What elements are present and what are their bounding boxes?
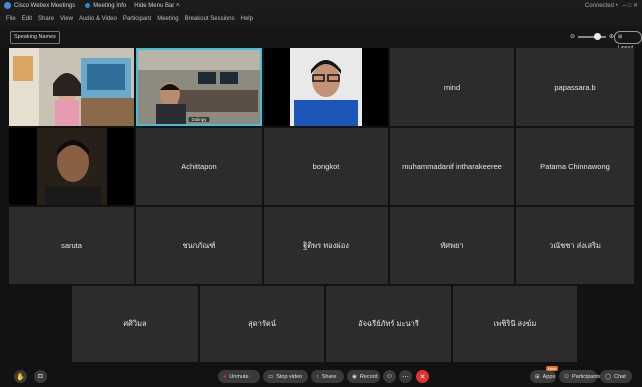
app-title: Cisco Webex Meetings — [14, 2, 76, 9]
participant-tile-active-speaker[interactable]: Dolinpy — [136, 48, 262, 126]
participant-name: Patama Chinnawong — [540, 162, 610, 171]
apps-button[interactable]: ⊞ Apps New — [530, 366, 558, 383]
participant-name: อัจฉรีย์ภัทร์ มะนารี — [358, 319, 419, 328]
participant-tile-mind[interactable]: mind — [390, 48, 514, 126]
camera-icon: ▭ — [268, 373, 274, 380]
more-options-icon[interactable]: ⋯ — [399, 370, 412, 383]
participant-video — [9, 128, 134, 205]
share-icon: ↑ — [316, 373, 319, 380]
participant-name: saruta — [61, 241, 82, 250]
participant-tile-patama[interactable]: Patama Chinnawong — [516, 128, 634, 205]
zoom-control: ⊖ ⊕ — [570, 32, 614, 40]
participant-video — [9, 48, 134, 126]
microphone-muted-icon: ● — [223, 373, 227, 380]
connection-status: Connected • — [584, 2, 618, 9]
participant-tile-video-2[interactable] — [264, 48, 388, 126]
view-toolbar: Speaking Names ⊖ ⊕ ⊞ Layout — [0, 26, 642, 51]
participant-tile-achittapon[interactable]: Achittapon — [136, 128, 262, 205]
participant-tile-11[interactable]: เพชิรินี สงฆ์ม — [453, 286, 577, 362]
participant-tile-video-1[interactable] — [9, 48, 134, 126]
participant-tile-6[interactable]: ทัศพยา — [390, 207, 514, 284]
hide-menu-bar-button[interactable]: Hide Menu Bar ˄ — [134, 3, 179, 9]
layout-button[interactable]: ⊞ Layout — [614, 31, 642, 51]
menu-edit[interactable]: Edit — [22, 16, 32, 22]
participant-name-tag: Dolinpy — [188, 117, 210, 122]
speaking-names-button[interactable]: Speaking Names — [10, 31, 60, 44]
unmute-button[interactable]: ● Unmute — [218, 370, 260, 383]
participant-name: muhammadanif intharakeeree — [402, 162, 502, 171]
participant-tile-7[interactable]: วณัชชา ส่งเสริม — [516, 207, 634, 284]
meeting-info-button[interactable]: Meeting Info — [85, 3, 126, 9]
share-button[interactable]: ↑ Share — [311, 370, 344, 383]
raise-hand-icon[interactable]: ✋ — [14, 370, 27, 383]
participants-button[interactable]: ⚇ Participants — [559, 370, 601, 383]
menu-breakout-sessions[interactable]: Breakout Sessions — [185, 16, 235, 22]
participant-name: ชนกภัณฑ์ — [182, 240, 216, 250]
zoom-slider[interactable] — [578, 32, 607, 40]
apps-icon: ⊞ — [535, 373, 540, 380]
closed-captions-icon[interactable]: ◘ — [34, 370, 47, 383]
menu-bar: File Edit Share View Audio & Video Parti… — [0, 11, 642, 26]
participant-tile-papassara[interactable]: papassara.b — [516, 48, 634, 126]
participant-name: papassara.b — [554, 82, 596, 92]
menu-meeting[interactable]: Meeting — [157, 16, 178, 22]
record-button[interactable]: ◉ Record — [347, 370, 380, 383]
participant-tile-5[interactable]: ฐิติพร ทองผ่อง — [264, 207, 388, 284]
menu-audio-video[interactable]: Audio & Video — [79, 16, 117, 22]
info-icon — [85, 3, 91, 8]
zoom-slider-knob[interactable] — [594, 32, 602, 40]
menu-file[interactable]: File — [6, 16, 16, 22]
participant-name: Achittapon — [181, 162, 217, 171]
participant-tile-9[interactable]: สุดารัตน์ — [200, 286, 324, 362]
participant-tile-4[interactable]: ชนกภัณฑ์ — [136, 207, 262, 284]
participant-name: ทัศพยา — [440, 240, 464, 250]
participant-name: เพชิรินี สงฆ์ม — [493, 319, 537, 328]
participant-name: bongkot — [312, 162, 340, 171]
menu-participant[interactable]: Participant — [123, 16, 151, 22]
participant-tile-saruta[interactable]: saruta — [9, 207, 134, 284]
new-badge: New — [545, 366, 558, 371]
participant-name: วณัชชา ส่งเสริม — [549, 240, 601, 250]
title-bar: Cisco Webex Meetings Meeting Info Hide M… — [0, 0, 642, 11]
menu-help[interactable]: Help — [241, 16, 253, 22]
participant-name: ฐิติพร ทองผ่อง — [303, 240, 349, 250]
participant-name: mind — [443, 82, 461, 92]
chat-icon: ◯ — [605, 373, 612, 380]
leave-meeting-button[interactable]: ✕ — [416, 370, 429, 383]
webex-logo-icon — [4, 2, 11, 9]
record-icon: ◉ — [352, 373, 357, 380]
stop-video-button[interactable]: ▭ Stop video — [263, 370, 308, 383]
participant-tile-bongkot[interactable]: bongkot — [264, 128, 388, 205]
participant-name: สุดารัตน์ — [248, 319, 276, 328]
participant-tile-muhammadanif[interactable]: muhammadanif intharakeeree — [390, 128, 514, 205]
chat-button[interactable]: ◯ Chat — [600, 370, 632, 383]
participant-video — [264, 48, 388, 126]
zoom-out-icon[interactable]: ⊖ — [570, 33, 575, 40]
reactions-icon[interactable]: ☺ — [383, 370, 396, 383]
participant-name: ศศิวิมล — [123, 319, 147, 328]
menu-share[interactable]: Share — [38, 16, 54, 22]
meeting-controls-bar: ✋ ◘ ● Unmute ▭ Stop video ↑ Share ◉ Reco… — [0, 362, 642, 387]
participants-icon: ⚇ — [564, 373, 569, 380]
window-controls[interactable]: – □ ✕ — [623, 2, 638, 9]
menu-view[interactable]: View — [60, 16, 73, 22]
participant-tile-8[interactable]: ศศิวิมล — [72, 286, 198, 362]
participant-video — [138, 50, 260, 124]
participant-tile-video-3[interactable] — [9, 128, 134, 205]
participant-tile-10[interactable]: อัจฉรีย์ภัทร์ มะนารี — [326, 286, 451, 362]
